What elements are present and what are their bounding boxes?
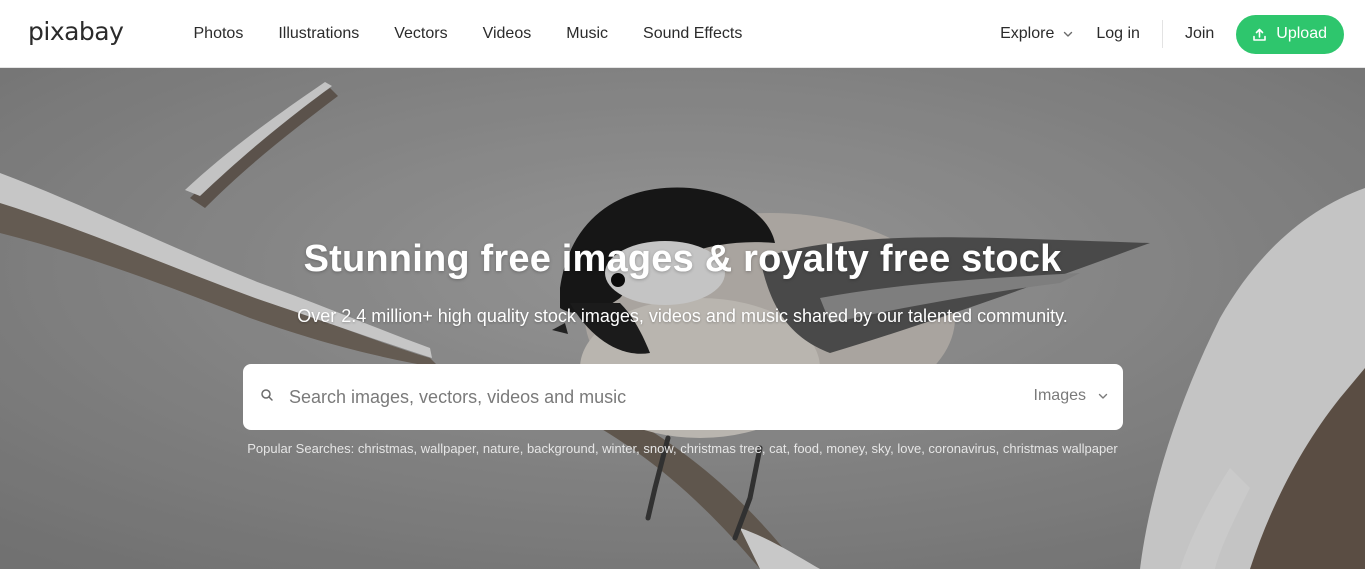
upload-label: Upload [1276, 25, 1327, 42]
nav-sound-effects[interactable]: Sound Effects [626, 17, 760, 51]
media-type-value: Images [1033, 387, 1086, 404]
search-bar: Images [243, 364, 1123, 430]
popular-term-food[interactable]: food [794, 441, 819, 456]
chevron-down-icon [1064, 31, 1073, 37]
pixabay-logo[interactable]: pixabay [28, 17, 124, 46]
popular-term-wallpaper[interactable]: wallpaper [421, 441, 476, 456]
main-nav: Photos Illustrations Vectors Videos Musi… [176, 0, 760, 68]
search-input[interactable] [289, 378, 1009, 416]
nav-videos[interactable]: Videos [465, 17, 549, 51]
upload-button[interactable]: Upload [1236, 14, 1344, 54]
nav-vectors[interactable]: Vectors [377, 17, 465, 51]
popular-term-christmas-wallpaper[interactable]: christmas wallpaper [1003, 441, 1118, 456]
popular-searches: Popular Searches: christmas, wallpaper, … [247, 441, 1118, 456]
hero-subtitle: Over 2.4 million+ high quality stock ima… [297, 306, 1068, 326]
popular-term-coronavirus[interactable]: coronavirus [928, 441, 995, 456]
nav-photos[interactable]: Photos [176, 17, 261, 51]
popular-term-sky[interactable]: sky [872, 441, 891, 456]
popular-term-money[interactable]: money [826, 441, 864, 456]
popular-term-nature[interactable]: nature [483, 441, 520, 456]
top-header: pixabay Photos Illustrations Vectors Vid… [0, 0, 1365, 68]
header-actions: Explore Log in Join Upload [988, 0, 1344, 68]
popular-searches-label: Popular Searches: [247, 441, 355, 456]
popular-term-christmas[interactable]: christmas [358, 441, 414, 456]
popular-term-cat[interactable]: cat [769, 441, 786, 456]
media-type-select[interactable]: Images [1030, 383, 1113, 409]
explore-label: Explore [1000, 25, 1055, 42]
hero-title: Stunning free images & royalty free stoc… [303, 238, 1062, 280]
hero-section: Stunning free images & royalty free stoc… [0, 68, 1365, 569]
join-link[interactable]: Join [1163, 17, 1236, 51]
popular-term-background[interactable]: background [527, 441, 595, 456]
popular-term-snow[interactable]: snow [643, 441, 673, 456]
popular-term-christmas-tree[interactable]: christmas tree [680, 441, 762, 456]
search-icon[interactable] [260, 388, 274, 402]
login-link[interactable]: Log in [1086, 17, 1162, 51]
nav-music[interactable]: Music [549, 17, 626, 51]
popular-term-love[interactable]: love [897, 441, 921, 456]
explore-menu[interactable]: Explore [988, 17, 1086, 51]
chevron-down-icon [1098, 393, 1108, 399]
popular-term-winter[interactable]: winter [602, 441, 636, 456]
nav-illustrations[interactable]: Illustrations [261, 17, 377, 51]
upload-arrow-icon [1253, 28, 1267, 41]
